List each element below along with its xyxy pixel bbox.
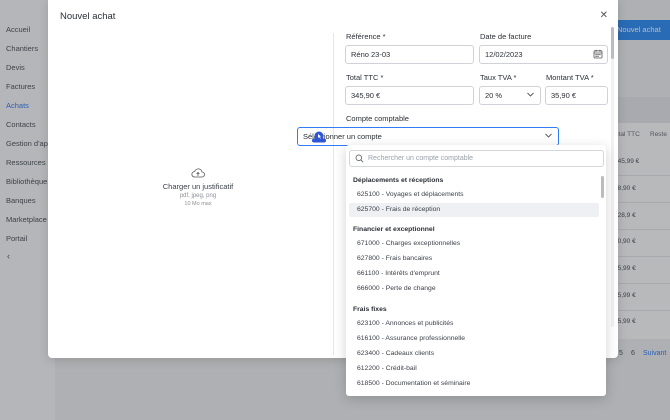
- upload-formats: pdf, jpeg, png: [179, 193, 217, 199]
- invoice-date-label: Date de facture: [480, 32, 532, 41]
- reference-label: Référence *: [346, 32, 386, 41]
- account-option[interactable]: 625100 - Voyages et déplacements: [349, 188, 599, 202]
- account-option-highlighted[interactable]: 625700 - Frais de réception: [349, 203, 599, 217]
- account-label: Compte comptable: [346, 114, 409, 123]
- vat-amount-field[interactable]: 35,90 €: [545, 86, 608, 105]
- total-ttc-label: Total TTC *: [346, 73, 384, 82]
- upload-label: Charger un justificatif: [162, 182, 234, 191]
- account-dropdown: Rechercher un compte comptable Déplaceme…: [346, 145, 606, 396]
- account-option[interactable]: 612200 - Crédit-bail: [349, 362, 599, 376]
- modal-scrollbar[interactable]: [611, 27, 614, 59]
- account-option[interactable]: 671000 - Charges exceptionnelles: [349, 237, 599, 251]
- account-option[interactable]: 627800 - Frais bancaires: [349, 252, 599, 266]
- account-option[interactable]: 661100 - Intérêts d'emprunt: [349, 267, 599, 281]
- account-select[interactable]: Sélectionner un compte: [297, 127, 559, 146]
- calendar-icon[interactable]: [593, 49, 603, 59]
- account-option[interactable]: 666000 - Perte de change: [349, 282, 599, 296]
- vat-amount-label: Montant TVA *: [546, 73, 594, 82]
- account-option[interactable]: 623100 - Annonces et publicités: [349, 317, 599, 331]
- modal-scroll-track[interactable]: [611, 27, 614, 327]
- chevron-down-icon: [527, 92, 534, 97]
- cloud-upload-icon: [191, 168, 205, 178]
- invoice-date-field[interactable]: 12/02/2023: [479, 45, 608, 64]
- reference-field[interactable]: Réno 23-03: [345, 45, 474, 64]
- search-icon: [355, 154, 364, 163]
- account-search-input[interactable]: Rechercher un compte comptable: [349, 150, 604, 167]
- search-placeholder: Rechercher un compte comptable: [368, 155, 474, 162]
- group-label: Déplacements et réceptions: [353, 177, 444, 184]
- upload-dropzone[interactable]: Charger un justificatif pdf, jpeg, png 1…: [138, 168, 258, 207]
- total-ttc-field[interactable]: 345,90 €: [345, 86, 474, 105]
- account-option[interactable]: 616100 - Assurance professionnelle: [349, 332, 599, 346]
- modal-title: Nouvel achat: [60, 11, 116, 22]
- account-option[interactable]: 623400 - Cadeaux clients: [349, 347, 599, 361]
- vat-rate-label: Taux TVA *: [480, 73, 517, 82]
- group-label: Financier et exceptionnel: [353, 226, 435, 233]
- invoice-date-value: 12/02/2023: [485, 50, 523, 59]
- column-divider: [333, 33, 334, 355]
- account-option[interactable]: 618500 - Documentation et séminaire: [349, 377, 599, 391]
- vat-rate-select[interactable]: 20 %: [479, 86, 541, 105]
- dropdown-scrollbar[interactable]: [601, 176, 604, 198]
- chevron-up-icon: [545, 133, 552, 138]
- group-label: Frais fixes: [353, 306, 387, 313]
- upload-max-size: 10 Mo max: [184, 201, 212, 207]
- close-icon[interactable]: ✕: [600, 10, 608, 21]
- vat-rate-value: 20 %: [485, 91, 503, 100]
- pointer-cursor-icon: [312, 131, 326, 143]
